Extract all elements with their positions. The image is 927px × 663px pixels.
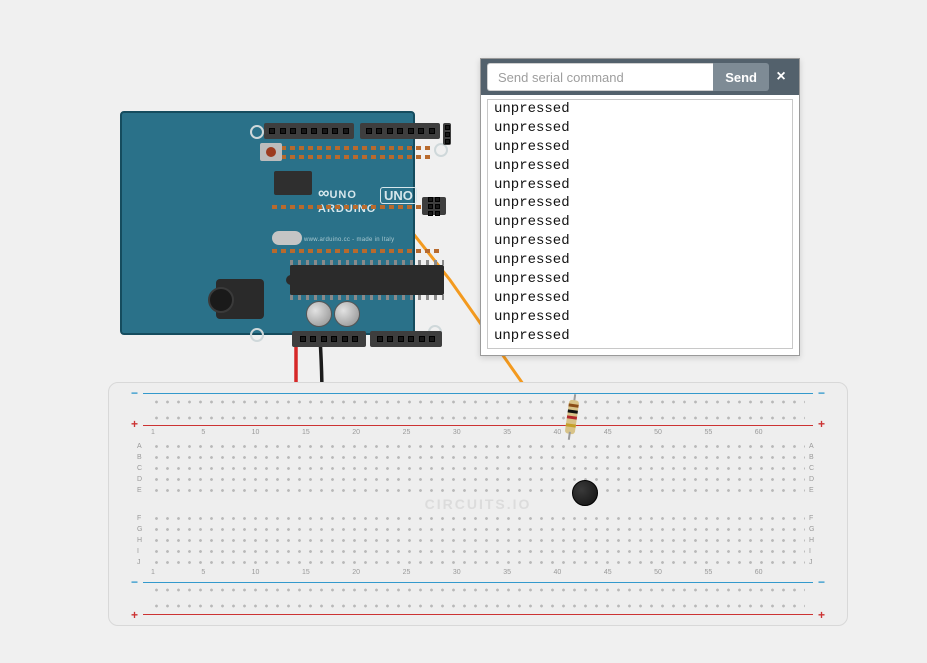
uno-label: UNO <box>380 187 417 204</box>
serial-line: unpressed <box>494 213 786 232</box>
pushbutton[interactable] <box>572 480 592 500</box>
minus-icon: − <box>131 386 138 400</box>
plus-icon: + <box>131 608 138 622</box>
dc-power-jack <box>216 279 264 319</box>
usb-chip <box>274 171 312 195</box>
serial-line: unpressed <box>494 100 786 119</box>
minus-icon: − <box>131 575 138 589</box>
serial-command-input[interactable] <box>487 63 713 91</box>
icsp-small-header[interactable] <box>443 123 451 145</box>
send-button[interactable]: Send <box>713 63 769 91</box>
terminal-strip-bottom[interactable] <box>151 513 805 567</box>
plus-icon: + <box>818 417 825 431</box>
row-labels-bottom-right: FGHIJ <box>809 513 819 567</box>
row-labels-top-right: ABCDE <box>809 441 819 495</box>
row-labels-top-left: ABCDE <box>137 441 147 495</box>
power-header[interactable] <box>292 331 366 347</box>
analog-header[interactable] <box>370 331 442 347</box>
serial-line: unpressed <box>494 289 786 308</box>
serial-line: unpressed <box>494 176 786 195</box>
column-labels-bottom: 151015202530354045505560 <box>151 569 805 579</box>
plus-icon: + <box>818 608 825 622</box>
row-labels-bottom-left: FGHIJ <box>137 513 147 567</box>
serial-line: unpressed <box>494 232 786 251</box>
terminal-strip-top[interactable] <box>151 441 805 495</box>
serial-line: unpressed <box>494 119 786 138</box>
crystal-oscillator <box>272 231 302 245</box>
reset-button[interactable] <box>260 143 282 161</box>
serial-line: unpressed <box>494 157 786 176</box>
close-icon[interactable]: × <box>769 68 793 86</box>
top-plus-rail[interactable] <box>151 415 805 421</box>
capacitor-1 <box>306 301 332 327</box>
bottom-minus-rail[interactable] <box>151 587 805 593</box>
serial-line: unpressed <box>494 308 786 327</box>
silkscreen-text: www.arduino.cc - made in Italy <box>304 237 394 243</box>
digital-header-left[interactable] <box>264 123 354 139</box>
serial-header: Send × <box>481 59 799 95</box>
breadboard-watermark: CIRCUITS.IO <box>425 496 532 512</box>
serial-line: unpressed <box>494 270 786 289</box>
digital-header-right[interactable] <box>360 123 440 139</box>
breadboard[interactable]: − + − + − + − + CIRCUITS.IO 151015202530… <box>108 382 848 626</box>
column-labels-top: 151015202530354045505560 <box>151 429 805 439</box>
arduino-logo: ∞ UNO ARDUINO <box>318 185 376 215</box>
arduino-uno-board[interactable]: ∞ UNO ARDUINO UNO www.arduino.cc - made … <box>110 105 415 345</box>
serial-monitor[interactable]: Send × unpressedunpressedunpressedunpres… <box>480 58 800 356</box>
serial-line: unpressed <box>494 138 786 157</box>
minus-icon: − <box>818 386 825 400</box>
serial-line: unpressed <box>494 327 786 346</box>
plus-icon: + <box>131 417 138 431</box>
serial-line: unpressed <box>494 194 786 213</box>
capacitor-2 <box>334 301 360 327</box>
bottom-plus-rail[interactable] <box>151 603 805 609</box>
serial-output[interactable]: unpressedunpressedunpressedunpressedunpr… <box>487 99 793 349</box>
pushbutton-cap[interactable] <box>572 480 598 506</box>
top-minus-rail[interactable] <box>151 399 805 405</box>
arduino-pcb: ∞ UNO ARDUINO UNO www.arduino.cc - made … <box>120 111 415 335</box>
serial-line: unpressed <box>494 251 786 270</box>
atmega-chip <box>290 265 444 295</box>
minus-icon: − <box>818 575 825 589</box>
icsp-header[interactable] <box>422 197 446 215</box>
